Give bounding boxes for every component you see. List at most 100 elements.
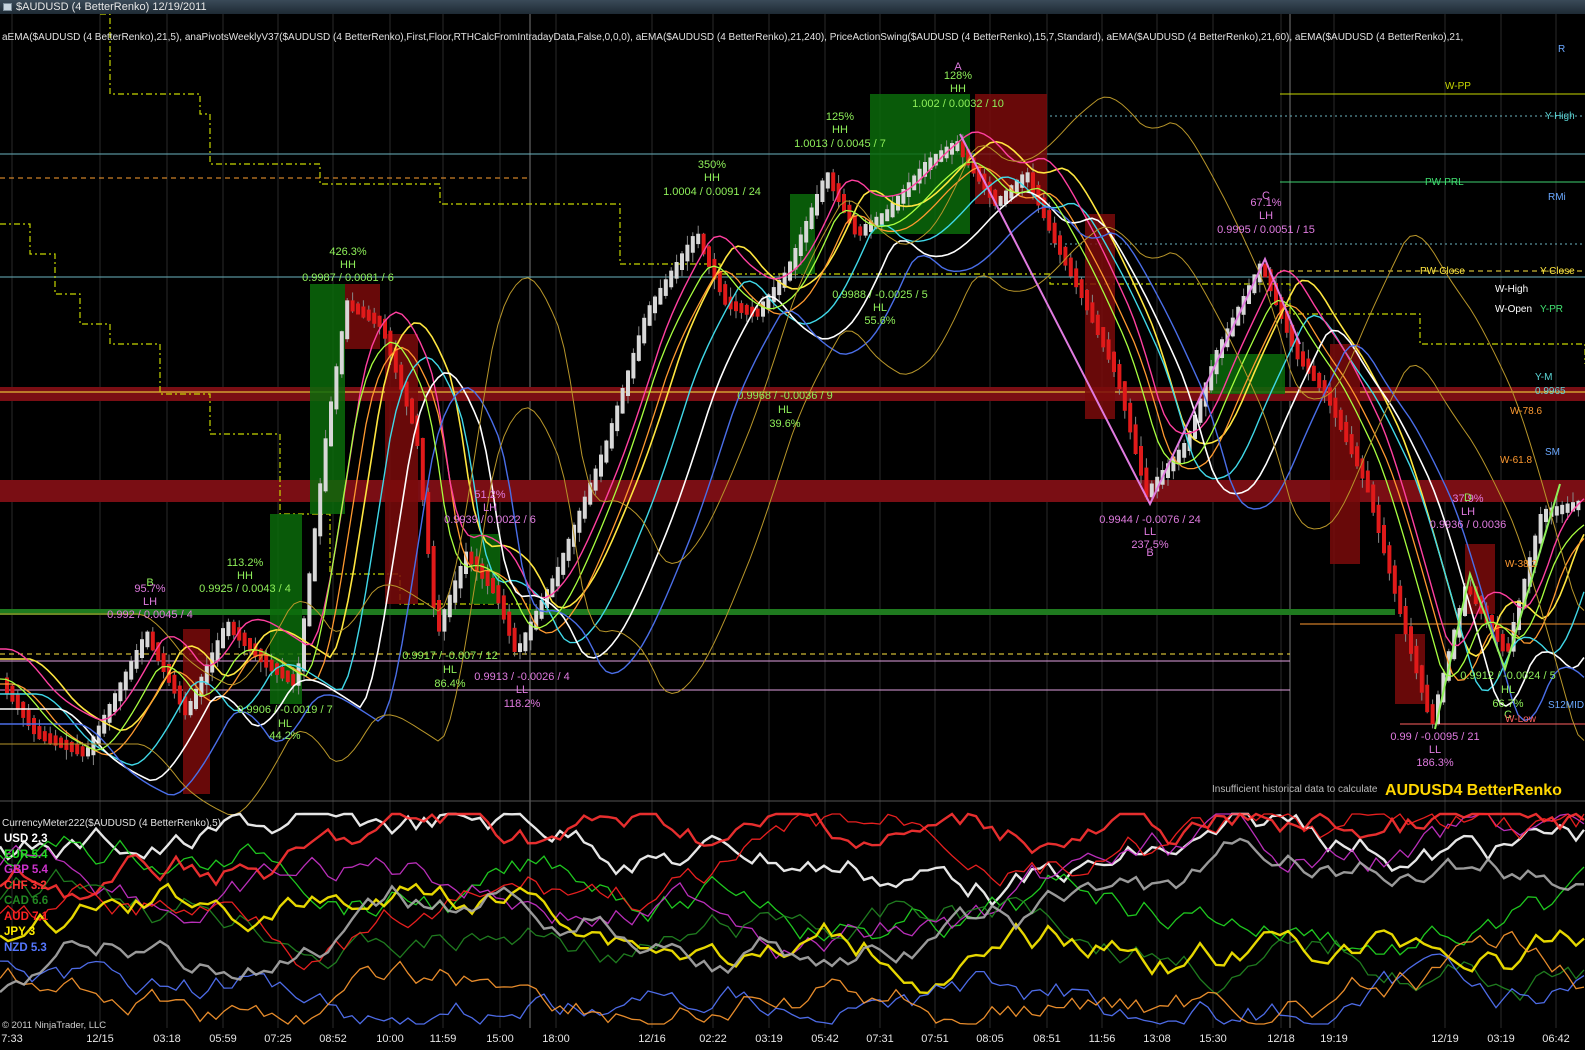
candle-body [42,731,47,742]
swing-label: LL [515,684,529,696]
currency-value: 5.3 [27,941,47,954]
candle-body [809,207,814,229]
candle-body [863,224,868,236]
candle-body [1538,514,1543,544]
price-chart-canvas[interactable] [0,14,1585,1050]
candle-body [280,666,285,679]
swing-label: HH [704,172,720,184]
candle-body [399,364,404,390]
candle-body [518,643,522,652]
candle-body [669,270,674,288]
candle-body [345,300,350,340]
swing-label: 0.9988 / -0.0025 / 5 [832,289,928,301]
candle-body [221,628,225,649]
swing-label: 39.6% [769,418,801,430]
candle-body [577,510,582,533]
candle-body [442,609,447,632]
candle-body [1554,506,1559,516]
pivot-label: W-PP [1445,81,1471,92]
time-axis-label: 15:00 [486,1033,514,1045]
candle-body [1419,665,1424,693]
candle-body [896,195,900,211]
swing-label: 0.992 / 0.0045 / 4 [107,609,193,621]
candle-body [771,287,776,303]
candle-body [264,654,269,668]
time-axis-label: 03:19 [1487,1033,1515,1045]
candle-body [1403,606,1408,635]
currency-code: CAD [4,895,29,907]
candle-body [323,438,328,492]
candle-body [566,538,571,561]
swing-label: 0.9939 / 0.0022 / 6 [444,514,536,526]
candle-body [1101,327,1106,348]
candle-body [998,196,1003,206]
currency-value: 5.4 [28,864,48,876]
time-axis-label: 11:56 [1088,1033,1116,1045]
support-band [0,609,1395,615]
swing-label: 113.2% [226,557,264,569]
candle-body [161,653,166,672]
swing-label: 0.9987 / 0.0081 / 6 [302,272,394,284]
candle-body [1430,704,1435,724]
window-title: $AUDUSD (4 BetterRenko) 12/19/2011 [16,1,207,13]
swing-label: B [1146,547,1154,559]
candle-body [15,693,20,710]
candle-body [1058,235,1062,255]
chart-area[interactable]: aEMA($AUDUSD (4 BetterRenko),21,5), anaP… [0,14,1585,1050]
currency-value: 5.4 [28,848,48,861]
candle-body [507,611,512,636]
pivot-label: RMi [1548,192,1566,203]
swing-label: 0.9925 / 0.0043 / 4 [199,583,291,595]
time-axis-label: 19:19 [1320,1033,1348,1045]
candle-body [831,172,836,192]
candle-body [134,650,139,669]
candle-body [501,595,506,620]
candle-body [1338,409,1343,430]
currency-meter-line-9 [0,837,1585,993]
candle-body [469,551,474,565]
pivot-label: PW-PRL [1425,177,1464,188]
candle-body [80,746,85,757]
candle-body [707,246,711,267]
candle-body [804,221,809,243]
candle-body [696,233,701,245]
candle-body [825,172,830,189]
swing-box-5 [470,534,500,604]
candle-body [761,301,765,317]
candle-body [215,640,220,661]
candle-body [1355,446,1359,467]
swing-label: 95.7% [134,583,166,595]
currency-legend-row: NZD 5.3 [4,941,48,957]
candle-body [739,303,744,313]
swing-label: HL [442,664,458,676]
time-axis-label: 07:31 [866,1033,894,1045]
candle-body [1198,398,1203,423]
candle-body [1095,314,1100,336]
candle-body [1344,421,1349,443]
candle-body [1382,525,1386,554]
pivot-label: W-High [1495,284,1529,295]
candle-body [599,454,603,477]
candle-body [447,594,452,618]
candle-body [685,244,690,262]
pivot-label: 0.9965 [1535,386,1566,397]
window-titlebar[interactable]: $AUDUSD (4 BetterRenko) 12/19/2011 [0,0,1585,14]
candle-body [1349,434,1354,455]
swing-label: 51.2% [474,489,506,501]
currency-code: CHF [4,879,28,892]
candle-body [539,600,544,619]
candle-body [1328,387,1332,406]
swing-label: LL [1143,526,1157,538]
candle-body [1311,365,1316,381]
currency-legend-row: CAD 6.6 [4,894,48,910]
currency-value: 3.2 [27,879,47,892]
swing-label: 1.002 / 0.0032 / 10 [912,98,1004,110]
currency-code: EUR [4,848,29,861]
candle-body [1409,626,1413,654]
time-axis-label: 08:05 [976,1033,1004,1045]
pivot-label: R [1558,44,1566,55]
candle-body [723,284,728,305]
time-axis[interactable]: 7:33 12/15 03:18 05:59 07:25 08:52 10:00 11:59 1… [0,1028,1585,1050]
swing-label: 67.1% [1250,197,1282,209]
candle-body [437,600,441,632]
